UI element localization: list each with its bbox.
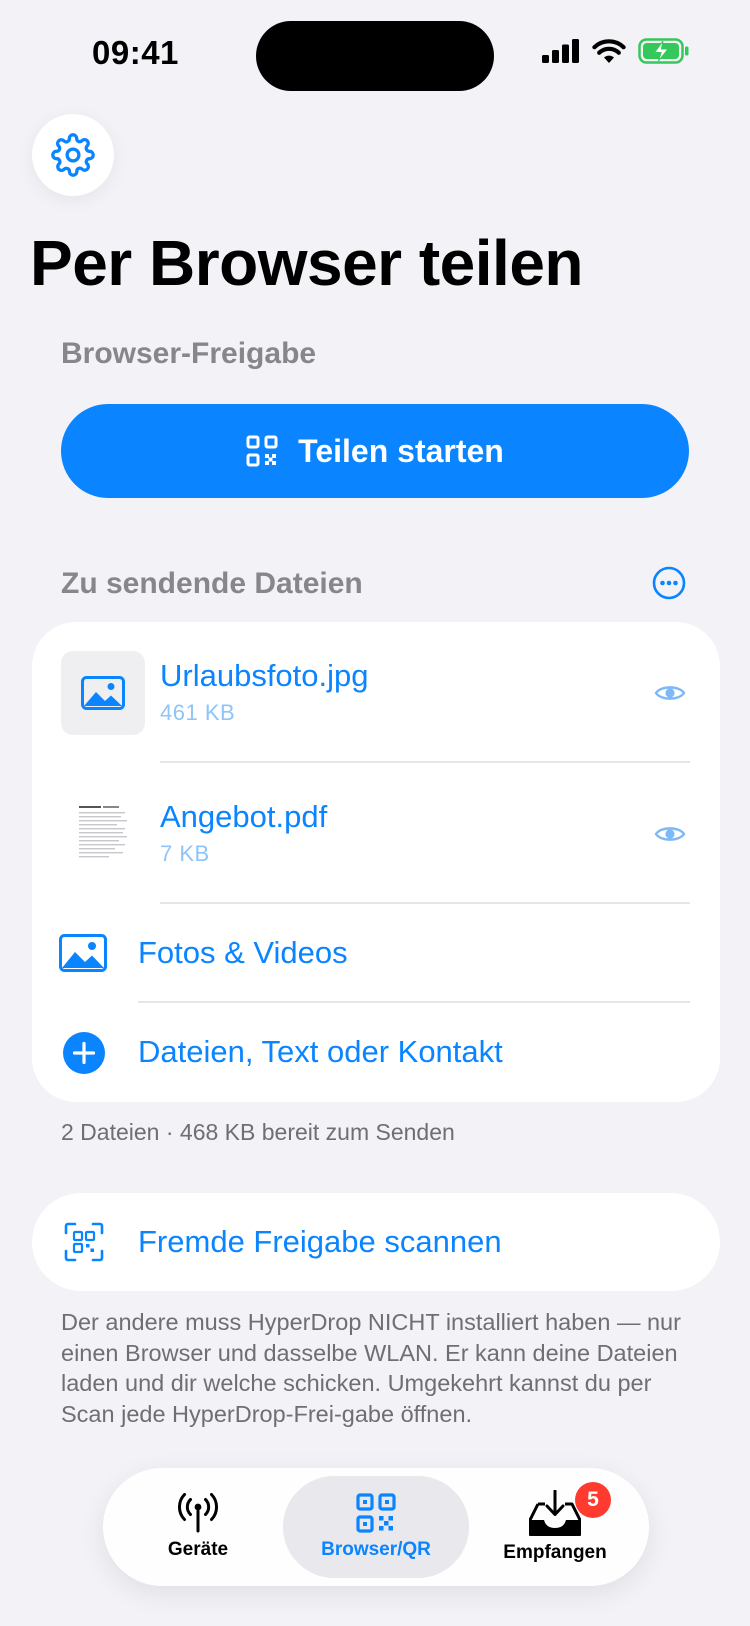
file-name: Urlaubsfoto.jpg [160, 658, 369, 693]
tab-receive[interactable]: Empfangen 5 [469, 1476, 641, 1578]
files-card: Urlaubsfoto.jpg 461 KB Angebot.pdf 7 KB … [32, 622, 720, 1102]
battery-charging-icon [638, 38, 689, 64]
more-options-button[interactable] [652, 566, 686, 600]
add-photos-videos-label: Fotos & Videos [138, 935, 348, 970]
section-label-files: Zu sendende Dateien [61, 567, 363, 600]
tab-bar: Geräte Browser/QR Empfangen 5 [103, 1468, 649, 1586]
wifi-icon [592, 39, 626, 63]
file-size: 7 KB [160, 841, 210, 866]
photo-icon [81, 676, 125, 710]
start-sharing-button[interactable]: Teilen starten [61, 404, 689, 498]
antenna-icon [177, 1493, 219, 1533]
status-time: 09:41 [92, 34, 179, 71]
dynamic-island [256, 21, 494, 91]
scan-info-text: Der andere muss HyperDrop NICHT installi… [61, 1309, 681, 1427]
files-summary: 2 Dateien · 468 KB bereit zum Senden [61, 1119, 455, 1145]
qr-code-icon [246, 435, 278, 467]
file-row[interactable] [61, 791, 145, 875]
preview-eye-icon[interactable] [654, 682, 686, 704]
notification-badge: 5 [575, 1482, 611, 1518]
qr-code-icon [356, 1493, 396, 1533]
file-thumbnail [61, 791, 145, 875]
file-row[interactable] [61, 651, 145, 735]
start-sharing-label: Teilen starten [298, 432, 504, 469]
ellipsis-circle-icon [652, 566, 686, 600]
section-label-browser-share: Browser-Freigabe [61, 337, 317, 370]
scan-foreign-share-label: Fremde Freigabe scannen [138, 1224, 502, 1259]
document-thumbnail [75, 800, 131, 866]
qr-scan-icon [64, 1222, 104, 1262]
photo-icon [59, 934, 107, 972]
status-icons [542, 38, 690, 64]
file-name: Angebot.pdf [160, 799, 328, 834]
add-photos-videos-button[interactable] [32, 904, 720, 1000]
plus-circle-icon [63, 1032, 105, 1074]
preview-eye-icon[interactable] [654, 823, 686, 845]
divider [160, 761, 690, 763]
tab-label: Geräte [167, 1539, 229, 1560]
add-files-text-contact-label: Dateien, Text oder Kontakt [138, 1034, 503, 1069]
tab-label: Browser/QR [321, 1539, 431, 1560]
gear-icon [51, 133, 95, 177]
tab-label: Empfangen [503, 1542, 607, 1563]
tab-devices[interactable]: Geräte [111, 1476, 285, 1578]
settings-button[interactable] [32, 114, 114, 196]
tab-browser-qr[interactable]: Browser/QR [283, 1476, 469, 1578]
page-title: Per Browser teilen [30, 227, 584, 299]
scan-foreign-share-button[interactable]: Fremde Freigabe scannen [32, 1193, 720, 1291]
inbox-download-icon [529, 1490, 581, 1536]
cellular-signal-icon [542, 39, 579, 63]
file-thumbnail [61, 651, 145, 735]
file-size: 461 KB [160, 700, 236, 725]
